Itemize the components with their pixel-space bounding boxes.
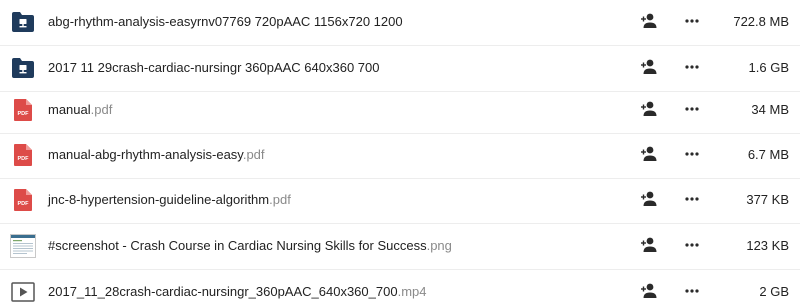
pdf-icon: PDF	[10, 187, 36, 213]
file-row[interactable]: PDF jnc-8-hypertension-guideline-algorit…	[0, 178, 800, 224]
file-name[interactable]: abg-rhythm-analysis-easyrnv07769 720pAAC…	[48, 13, 403, 31]
more-options-icon[interactable]	[682, 281, 702, 301]
pdf-icon: PDF	[10, 97, 36, 123]
folder-icon	[10, 55, 36, 81]
file-size: 722.8 MB	[733, 14, 789, 29]
file-size: 1.6 GB	[748, 60, 789, 75]
svg-text:PDF: PDF	[18, 156, 30, 162]
file-row[interactable]: PDF manual-abg-rhythm-analysis-easy.pdf …	[0, 133, 800, 179]
file-name[interactable]: #screenshot - Crash Course in Cardiac Nu…	[48, 237, 452, 255]
file-name[interactable]: jnc-8-hypertension-guideline-algorithm.p…	[48, 191, 291, 209]
file-row[interactable]: PDF manual.pdf 34 MB	[0, 88, 800, 134]
file-name[interactable]: 2017 11 29crash-cardiac-nursingr 360pAAC…	[48, 59, 379, 77]
more-options-icon[interactable]	[682, 144, 702, 164]
file-row[interactable]: abg-rhythm-analysis-easyrnv07769 720pAAC…	[0, 0, 800, 46]
more-options-icon[interactable]	[682, 235, 702, 255]
file-name[interactable]: manual.pdf	[48, 101, 112, 119]
image-thumbnail	[10, 233, 36, 259]
file-row[interactable]: #screenshot - Crash Course in Cardiac Nu…	[0, 224, 800, 270]
file-row[interactable]: 2017_11_28crash-cardiac-nursingr_360pAAC…	[0, 270, 800, 308]
more-options-icon[interactable]	[682, 189, 702, 209]
video-icon	[10, 279, 36, 305]
svg-text:PDF: PDF	[18, 201, 30, 207]
more-options-icon[interactable]	[682, 99, 702, 119]
svg-text:PDF: PDF	[18, 111, 30, 117]
file-size: 34 MB	[751, 102, 789, 117]
file-list: abg-rhythm-analysis-easyrnv07769 720pAAC…	[0, 0, 800, 308]
share-icon[interactable]	[640, 11, 660, 31]
file-size: 123 KB	[746, 238, 789, 253]
share-icon[interactable]	[640, 189, 660, 209]
file-size: 2 GB	[759, 284, 789, 299]
file-size: 377 KB	[746, 192, 789, 207]
file-row[interactable]: 2017 11 29crash-cardiac-nursingr 360pAAC…	[0, 46, 800, 92]
share-icon[interactable]	[640, 235, 660, 255]
more-options-icon[interactable]	[682, 57, 702, 77]
file-name[interactable]: manual-abg-rhythm-analysis-easy.pdf	[48, 146, 265, 164]
folder-icon	[10, 9, 36, 35]
share-icon[interactable]	[640, 144, 660, 164]
more-options-icon[interactable]	[682, 11, 702, 31]
share-icon[interactable]	[640, 99, 660, 119]
pdf-icon: PDF	[10, 142, 36, 168]
file-name[interactable]: 2017_11_28crash-cardiac-nursingr_360pAAC…	[48, 283, 426, 301]
share-icon[interactable]	[640, 57, 660, 77]
file-size: 6.7 MB	[747, 147, 789, 162]
share-icon[interactable]	[640, 281, 660, 301]
